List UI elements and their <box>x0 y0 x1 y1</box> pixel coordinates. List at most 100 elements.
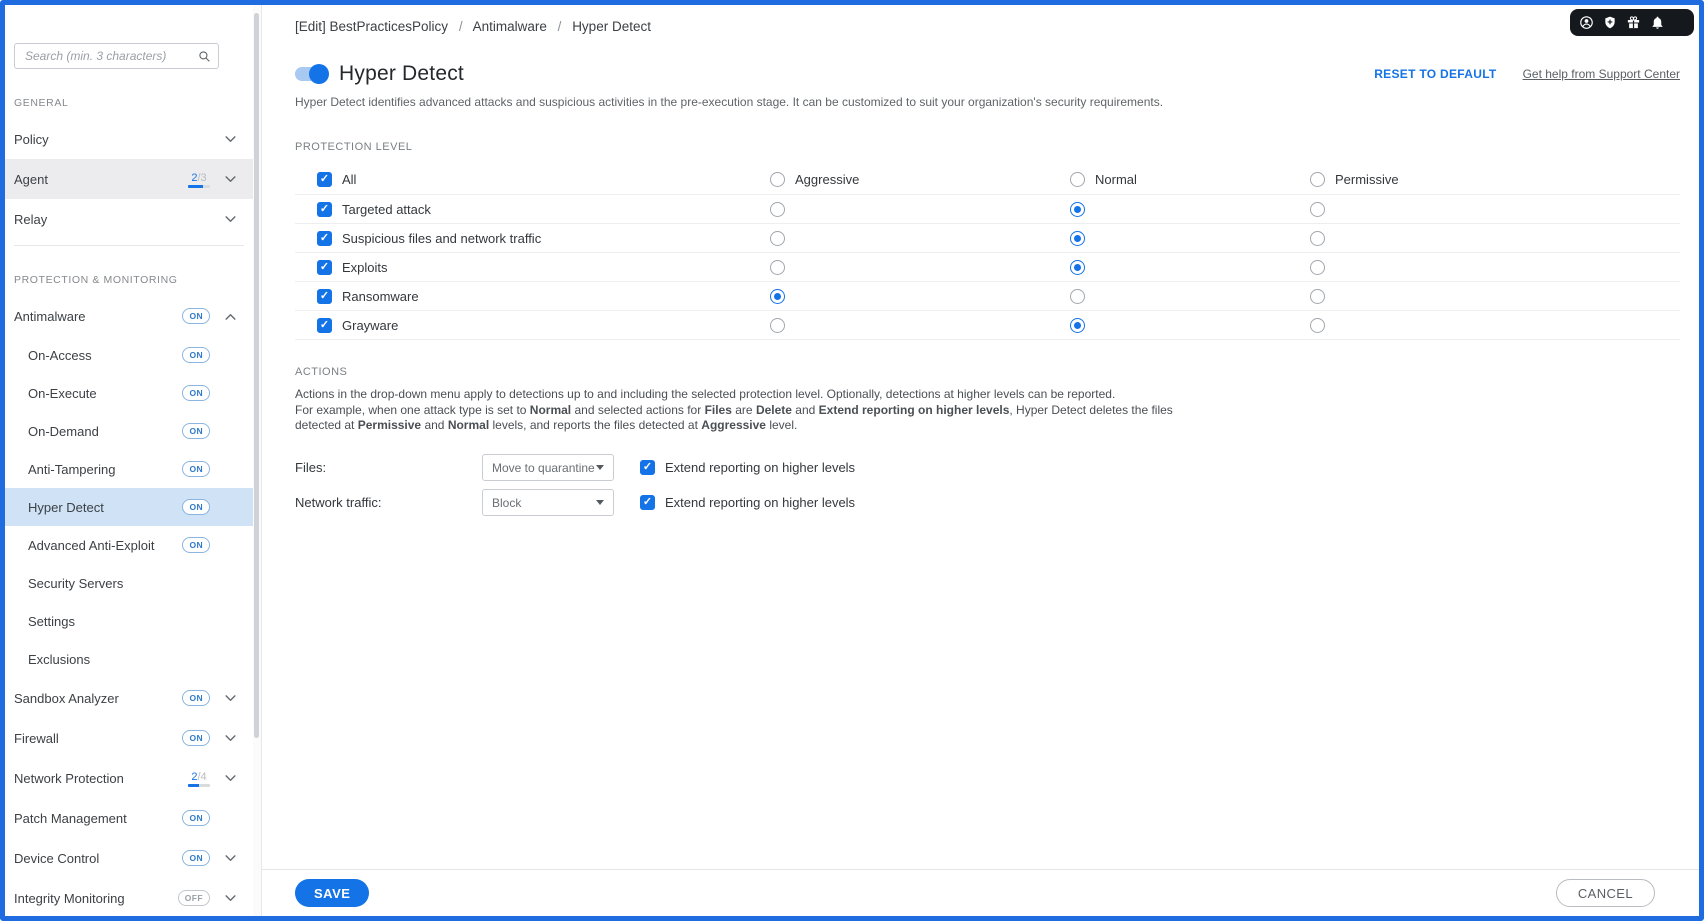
sidebar-item-antimalware[interactable]: AntimalwareON <box>5 296 253 336</box>
sidebar-item-label: Anti-Tampering <box>28 462 182 477</box>
files-extend-checkbox[interactable] <box>640 460 655 475</box>
title-row: Hyper Detect RESET TO DEFAULT Get help f… <box>295 62 1680 86</box>
sidebar-item-device-control[interactable]: Device ControlON <box>5 838 253 878</box>
checkbox-exploits[interactable] <box>317 260 332 275</box>
radio-normal-exploits[interactable] <box>1070 260 1085 275</box>
status-badge: ON <box>182 499 210 515</box>
radio-permissive-ransomware[interactable] <box>1310 289 1325 304</box>
network-traffic-action-dropdown[interactable]: Block <box>482 489 614 516</box>
checkbox-targeted-attack[interactable] <box>317 202 332 217</box>
save-button[interactable]: SAVE <box>295 879 369 907</box>
network-traffic-label: Network traffic: <box>295 495 482 510</box>
protection-row-suspicious-files-and-network-traffic: Suspicious files and network traffic <box>295 224 1680 253</box>
radio-aggressive-suspicious-files-and-network-traffic[interactable] <box>770 231 785 246</box>
hyper-detect-toggle[interactable] <box>295 67 327 81</box>
radio-normal-all[interactable] <box>1070 172 1085 187</box>
status-badge: ON <box>182 690 210 706</box>
checkbox-all[interactable] <box>317 172 332 187</box>
chevron-down-icon <box>224 895 236 902</box>
user-icon[interactable] <box>1579 15 1594 30</box>
radio-normal-ransomware[interactable] <box>1070 289 1085 304</box>
sidebar-item-agent[interactable]: Agent2/3 <box>5 159 253 199</box>
sidebar-nav: GENERALPolicyAgent2/3RelayPROTECTION & M… <box>5 97 253 916</box>
support-center-link[interactable]: Get help from Support Center <box>1523 67 1680 81</box>
sidebar-item-label: Hyper Detect <box>28 500 182 515</box>
sidebar-item-label: Device Control <box>14 851 182 866</box>
title-actions: RESET TO DEFAULT Get help from Support C… <box>1374 67 1680 81</box>
search-input[interactable] <box>25 49 198 63</box>
sidebar-item-sandbox-analyzer[interactable]: Sandbox AnalyzerON <box>5 678 253 718</box>
radio-aggressive-targeted-attack[interactable] <box>770 202 785 217</box>
radio-permissive-grayware[interactable] <box>1310 318 1325 333</box>
actions-heading: ACTIONS <box>295 366 1680 378</box>
sidebar-item-patch-management[interactable]: Patch ManagementON <box>5 798 253 838</box>
network-traffic-action-row: Network traffic: Block Extend reporting … <box>295 489 1680 517</box>
sidebar-item-policy[interactable]: Policy <box>5 119 253 159</box>
radio-aggressive-grayware[interactable] <box>770 318 785 333</box>
sidebar-item-integrity-monitoring[interactable]: Integrity MonitoringOFF <box>5 878 253 916</box>
column-label-aggressive: Aggressive <box>795 172 859 187</box>
protection-row-exploits: Exploits <box>295 253 1680 282</box>
checkbox-suspicious-files-and-network-traffic[interactable] <box>317 231 332 246</box>
status-badge: ON <box>182 385 210 401</box>
radio-aggressive-all[interactable] <box>770 172 785 187</box>
sidebar-item-on-execute[interactable]: On-ExecuteON <box>5 374 253 412</box>
protection-row-ransomware: Ransomware <box>295 282 1680 311</box>
status-badge: ON <box>182 423 210 439</box>
sidebar-item-on-access[interactable]: On-AccessON <box>5 336 253 374</box>
protection-row-label: All <box>342 172 356 187</box>
radio-permissive-suspicious-files-and-network-traffic[interactable] <box>1310 231 1325 246</box>
sidebar-item-anti-tampering[interactable]: Anti-TamperingON <box>5 450 253 488</box>
network-traffic-extend-checkbox[interactable] <box>640 495 655 510</box>
chevron-down-icon <box>224 216 236 223</box>
radio-permissive-all[interactable] <box>1310 172 1325 187</box>
cancel-button[interactable]: CANCEL <box>1556 879 1655 907</box>
protection-row-all: AllAggressiveNormalPermissive <box>295 165 1680 195</box>
sidebar-item-relay[interactable]: Relay <box>5 199 253 239</box>
breadcrumb-policy[interactable]: [Edit] BestPracticesPolicy <box>295 19 448 34</box>
radio-normal-targeted-attack[interactable] <box>1070 202 1085 217</box>
chevron-down-icon <box>596 465 604 470</box>
radio-permissive-exploits[interactable] <box>1310 260 1325 275</box>
sidebar-item-settings[interactable]: Settings <box>5 602 253 640</box>
checkbox-ransomware[interactable] <box>317 289 332 304</box>
sidebar-item-label: Security Servers <box>28 576 210 591</box>
status-badge: ON <box>182 461 210 477</box>
bell-icon[interactable] <box>1650 15 1665 30</box>
page-description: Hyper Detect identifies advanced attacks… <box>295 95 1680 109</box>
page-title: Hyper Detect <box>339 62 464 86</box>
chevron-down-icon <box>596 500 604 505</box>
sidebar-item-on-demand[interactable]: On-DemandON <box>5 412 253 450</box>
sidebar-item-security-servers[interactable]: Security Servers <box>5 564 253 602</box>
chevron-down-icon <box>224 695 236 702</box>
sidebar-scrollbar-thumb[interactable] <box>254 13 259 738</box>
radio-aggressive-exploits[interactable] <box>770 260 785 275</box>
chevron-down-icon <box>224 176 236 183</box>
radio-normal-grayware[interactable] <box>1070 318 1085 333</box>
sidebar-item-network-protection[interactable]: Network Protection2/4 <box>5 758 253 798</box>
checkbox-grayware[interactable] <box>317 318 332 333</box>
sidebar: GENERALPolicyAgent2/3RelayPROTECTION & M… <box>5 5 253 916</box>
main-body: [Edit] BestPracticesPolicy / Antimalware… <box>262 5 1699 869</box>
sidebar-item-label: Firewall <box>14 731 182 746</box>
protection-row-label: Ransomware <box>342 289 419 304</box>
shield-plus-icon[interactable] <box>1603 15 1617 30</box>
radio-permissive-targeted-attack[interactable] <box>1310 202 1325 217</box>
sidebar-item-firewall[interactable]: FirewallON <box>5 718 253 758</box>
sidebar-item-hyper-detect[interactable]: Hyper DetectON <box>5 488 253 526</box>
sidebar-item-advanced-anti-exploit[interactable]: Advanced Anti-ExploitON <box>5 526 253 564</box>
sidebar-item-label: Policy <box>14 132 210 147</box>
radio-aggressive-ransomware[interactable] <box>770 289 785 304</box>
sidebar-item-label: Exclusions <box>28 652 210 667</box>
sidebar-item-exclusions[interactable]: Exclusions <box>5 640 253 678</box>
breadcrumb-antimalware[interactable]: Antimalware <box>473 19 547 34</box>
sidebar-section-label-general: GENERAL <box>14 97 253 109</box>
reset-to-default-button[interactable]: RESET TO DEFAULT <box>1374 67 1496 81</box>
status-badge: ON <box>182 850 210 866</box>
files-action-value: Move to quarantine <box>492 461 595 475</box>
files-action-dropdown[interactable]: Move to quarantine <box>482 454 614 481</box>
gift-icon[interactable] <box>1626 15 1641 30</box>
sidebar-divider <box>14 245 244 246</box>
sidebar-item-label: Advanced Anti-Exploit <box>28 538 182 553</box>
radio-normal-suspicious-files-and-network-traffic[interactable] <box>1070 231 1085 246</box>
